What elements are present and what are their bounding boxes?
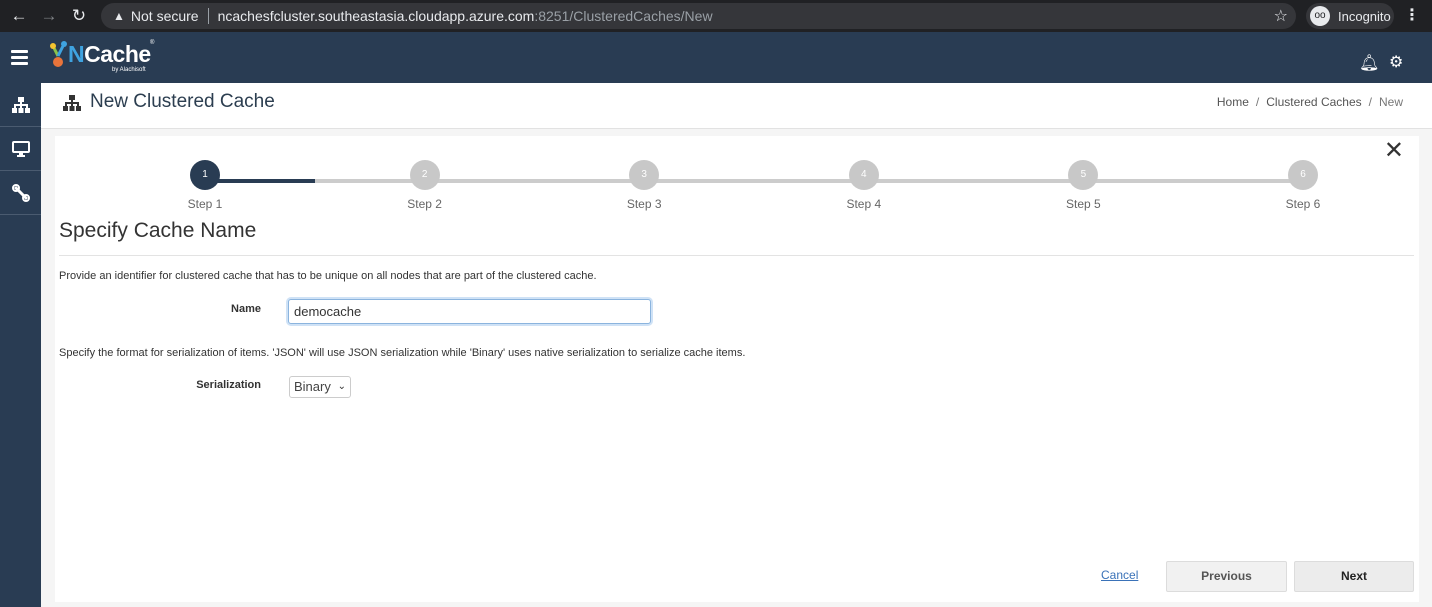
step-label: Step 2 [407,197,442,211]
settings-gears-icon[interactable]: ⚙ [1389,52,1403,72]
sidebar-item-monitor[interactable] [0,127,41,171]
browser-toolbar: ← → ↻ ▲ Not secure ncachesfcluster.south… [0,0,1432,32]
step-number: 6 [1288,160,1318,190]
step-label: Step 6 [1285,197,1321,211]
wizard-step-3[interactable]: 3 Step 3 [614,160,674,211]
hamburger-menu-icon[interactable] [11,50,28,68]
cancel-link[interactable]: Cancel [1101,568,1138,582]
serialization-label: Serialization [196,379,261,391]
sidebar [0,83,41,607]
incognito-label: Incognito [1338,8,1391,24]
cache-name-input[interactable] [288,299,651,324]
page-header: New Clustered Cache Home / Clustered Cache… [41,83,1432,129]
url-host: ncachesfcluster.southeastasia.cloudapp.a… [217,8,535,24]
wizard-step-2[interactable]: 2 Step 2 [395,160,455,211]
wizard-step-4[interactable]: 4 Step 4 [834,160,894,211]
step-label: Step 4 [846,197,882,211]
step-number: 3 [629,160,660,190]
name-description: Provide an identifier for clustered cach… [59,270,597,282]
registered-mark: ® [150,40,155,46]
warning-icon: ▲ [113,9,125,23]
address-bar[interactable]: ▲ Not secure ncachesfcluster.southeastas… [101,3,1296,29]
breadcrumb-separator: / [1368,95,1372,109]
logo-byline: by Alachisoft [112,67,146,73]
logo-wordmark: NCache [68,41,151,67]
chevron-down-icon: ⌄ [337,381,346,392]
tools-icon [11,183,30,202]
step-number: 4 [848,160,879,190]
browser-menu-icon[interactable]: ⋮ [1404,5,1420,25]
step-label: Step 5 [1066,197,1101,211]
logo-mark-icon [50,41,67,67]
serialization-value: Binary [294,379,331,394]
notifications-bell-icon[interactable]: 🔔︎ [1359,53,1379,73]
reload-icon[interactable]: ↻ [64,6,94,26]
step-number: 5 [1068,160,1099,190]
incognito-icon: oo [1310,6,1330,26]
breadcrumb: Home / Clustered Caches / New [1217,95,1403,109]
step-number: 2 [409,160,440,190]
step-label: Step 1 [187,197,223,211]
breadcrumb-new: New [1378,95,1403,109]
bookmark-star-icon[interactable]: ☆ [1274,6,1288,26]
previous-button[interactable]: Previous [1166,561,1287,592]
security-status[interactable]: Not secure [131,8,199,24]
app-header: NCache ® by Alachisoft 🔔︎ ⚙ [0,32,1432,83]
wizard-stepper: 1 Step 1 2 Step 2 3 Step 3 4 Step 4 5 Step 5 6 Step… [55,160,1419,220]
sitemap-icon [11,96,30,113]
breadcrumb-clustered-caches[interactable]: Clustered Caches [1266,95,1361,109]
back-icon[interactable]: ← [4,6,34,26]
breadcrumb-home[interactable]: Home [1217,95,1249,109]
page-title: New Clustered Cache [90,91,275,112]
section-title: Specify Cache Name [59,219,257,242]
divider [207,8,209,24]
serialization-description: Specify the format for serialization of … [59,347,746,359]
sidebar-item-tools[interactable] [0,171,41,215]
step-label: Step 3 [626,197,662,211]
breadcrumb-separator: / [1255,95,1260,109]
sidebar-item-clustered-caches[interactable] [0,83,41,127]
url-path: :8251/ClusteredCaches/New [534,8,713,24]
name-label: Name [231,303,261,315]
monitor-icon [11,140,30,157]
wizard-step-5[interactable]: 5 Step 5 [1053,160,1113,211]
step-number: 1 [190,160,220,190]
next-button[interactable]: Next [1294,561,1414,592]
forward-icon[interactable]: → [34,6,64,26]
stepper-track [205,179,1303,183]
serialization-select[interactable]: Binary ⌄ [289,376,351,398]
wizard-card: ✕ 1 Step 1 2 Step 2 3 Step 3 4 Step 4 5 Step 5 6 St… [55,136,1419,602]
wizard-step-6[interactable]: 6 Step 6 [1273,160,1333,211]
wizard-step-1[interactable]: 1 Step 1 [175,160,235,211]
sitemap-icon [63,95,81,111]
incognito-badge[interactable]: oo Incognito [1306,3,1394,29]
section-divider [59,255,1414,256]
